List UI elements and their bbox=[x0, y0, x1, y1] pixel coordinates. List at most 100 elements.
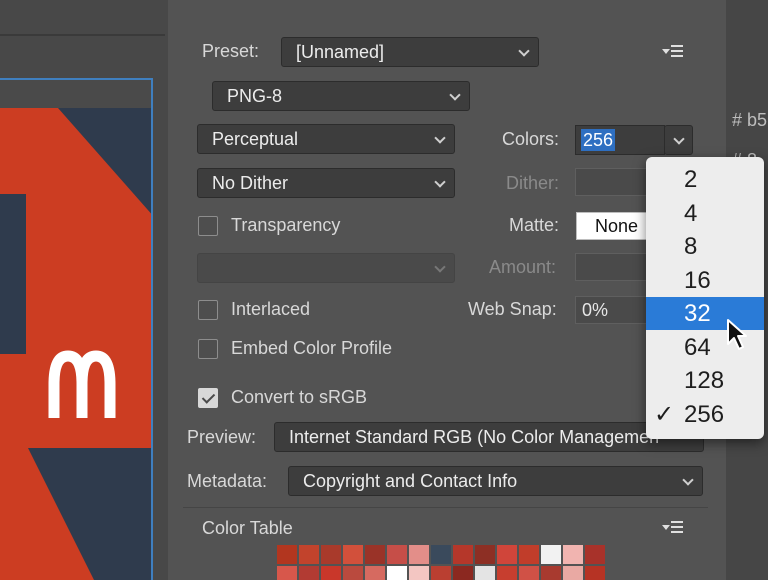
colors-value: 256 bbox=[581, 129, 616, 151]
preset-value: [Unnamed] bbox=[296, 42, 385, 62]
preview-tab-strip bbox=[0, 34, 165, 36]
transparency-checkbox[interactable] bbox=[198, 216, 218, 236]
preview-header bbox=[0, 80, 151, 108]
color-swatch[interactable] bbox=[343, 566, 363, 580]
colors-option-label: 4 bbox=[684, 199, 698, 227]
colors-option-16[interactable]: 16 bbox=[646, 264, 764, 297]
color-swatch[interactable] bbox=[431, 545, 451, 564]
color-reduction-dropdown[interactable]: Perceptual bbox=[197, 124, 455, 154]
color-swatch[interactable] bbox=[585, 566, 605, 580]
colors-option-label: 16 bbox=[684, 266, 711, 294]
color-swatch[interactable] bbox=[453, 545, 473, 564]
dither-dropdown[interactable]: No Dither bbox=[197, 168, 455, 198]
chevron-down-icon bbox=[434, 132, 446, 144]
color-swatch[interactable] bbox=[475, 545, 495, 564]
mouse-cursor-icon bbox=[727, 319, 747, 350]
colors-option-8[interactable]: 8 bbox=[646, 230, 764, 263]
color-table-label: Color Table bbox=[202, 518, 293, 538]
preview-profile-value: Internet Standard RGB (No Color Manageme… bbox=[289, 427, 660, 447]
colors-dropdown-button[interactable] bbox=[664, 125, 693, 155]
chevron-down-icon bbox=[673, 133, 685, 145]
preset-dropdown[interactable]: [Unnamed] bbox=[281, 37, 539, 67]
divider bbox=[183, 507, 708, 508]
colors-option-label: 64 bbox=[684, 333, 711, 361]
colors-option-2[interactable]: 2 bbox=[646, 163, 764, 196]
chevron-down-icon bbox=[449, 89, 461, 101]
color-swatch[interactable] bbox=[387, 566, 407, 580]
color-swatch[interactable] bbox=[409, 566, 429, 580]
color-swatch[interactable] bbox=[541, 566, 561, 580]
color-reduction-value: Perceptual bbox=[212, 129, 299, 149]
chevron-down-icon bbox=[682, 474, 694, 486]
amount-field bbox=[575, 253, 655, 281]
file-format-value: PNG-8 bbox=[227, 86, 283, 106]
color-swatch[interactable] bbox=[299, 566, 319, 580]
image-preview[interactable] bbox=[0, 78, 153, 580]
color-swatch[interactable] bbox=[497, 545, 517, 564]
color-swatch[interactable] bbox=[563, 545, 583, 564]
dither-amount-field bbox=[575, 168, 655, 196]
color-swatch[interactable] bbox=[321, 566, 341, 580]
color-swatch[interactable] bbox=[277, 566, 297, 580]
file-format-dropdown[interactable]: PNG-8 bbox=[212, 81, 470, 111]
interlaced-label: Interlaced bbox=[231, 299, 311, 319]
preview-profile-dropdown[interactable]: Internet Standard RGB (No Color Manageme… bbox=[274, 422, 704, 452]
matte-dropdown[interactable]: None bbox=[576, 212, 656, 240]
color-swatch[interactable] bbox=[409, 545, 429, 564]
dither-value: No Dither bbox=[212, 173, 289, 193]
color-swatch[interactable] bbox=[585, 545, 605, 564]
hex-hint-1: # b5 bbox=[732, 110, 768, 130]
colors-dropdown-menu[interactable]: 2 4 8 16 32 64 128 ✓ 256 bbox=[646, 157, 764, 439]
colors-option-label: 8 bbox=[684, 233, 698, 260]
color-swatch[interactable] bbox=[497, 566, 517, 580]
chevron-down-icon bbox=[434, 261, 446, 273]
matte-value: None bbox=[595, 216, 639, 236]
color-swatch[interactable] bbox=[519, 545, 539, 564]
metadata-label: Metadata: bbox=[187, 471, 268, 491]
preview-artwork bbox=[0, 108, 151, 580]
embed-color-profile-label: Embed Color Profile bbox=[231, 338, 393, 358]
color-swatch[interactable] bbox=[453, 566, 473, 580]
web-snap-field[interactable]: 0% bbox=[575, 296, 655, 324]
metadata-dropdown[interactable]: Copyright and Contact Info bbox=[288, 466, 703, 496]
color-swatch[interactable] bbox=[321, 545, 341, 564]
colors-option-256[interactable]: ✓ 256 bbox=[646, 398, 764, 431]
preset-label: Preset: bbox=[202, 41, 260, 61]
color-table-menu-icon[interactable] bbox=[662, 521, 684, 535]
colors-option-label: 2 bbox=[684, 166, 698, 193]
color-swatch[interactable] bbox=[365, 545, 385, 564]
color-swatch[interactable] bbox=[563, 566, 583, 580]
convert-srgb-label: Convert to sRGB bbox=[231, 387, 368, 407]
transparency-label: Transparency bbox=[231, 215, 341, 235]
interlaced-checkbox[interactable] bbox=[198, 300, 218, 320]
colors-field[interactable]: 256 bbox=[575, 125, 665, 155]
checkmark-icon: ✓ bbox=[654, 400, 675, 428]
colors-option-128[interactable]: 128 bbox=[646, 364, 764, 397]
web-snap-value: 0% bbox=[582, 300, 609, 320]
amount-label: Amount: bbox=[489, 257, 557, 277]
matte-label: Matte: bbox=[509, 215, 560, 235]
dither-amount-label: Dither: bbox=[506, 173, 560, 193]
colors-option-label: 128 bbox=[684, 367, 725, 394]
color-swatch[interactable] bbox=[475, 566, 495, 580]
color-swatch[interactable] bbox=[519, 566, 539, 580]
web-snap-label: Web Snap: bbox=[468, 299, 557, 319]
embed-color-profile-checkbox[interactable] bbox=[198, 339, 218, 359]
colors-option-label: 256 bbox=[684, 400, 725, 428]
colors-option-4[interactable]: 4 bbox=[646, 197, 764, 230]
color-swatch[interactable] bbox=[431, 566, 451, 580]
color-swatch[interactable] bbox=[299, 545, 319, 564]
color-swatch[interactable] bbox=[277, 545, 297, 564]
panel-menu-icon[interactable] bbox=[662, 45, 684, 59]
color-swatch[interactable] bbox=[365, 566, 385, 580]
convert-srgb-checkbox[interactable] bbox=[198, 388, 218, 408]
metadata-value: Copyright and Contact Info bbox=[303, 471, 518, 491]
chevron-down-icon bbox=[434, 176, 446, 188]
color-swatch[interactable] bbox=[343, 545, 363, 564]
preview-label: Preview: bbox=[187, 427, 257, 447]
color-swatch[interactable] bbox=[541, 545, 561, 564]
colors-label: Colors: bbox=[502, 129, 560, 149]
color-table-grid[interactable] bbox=[277, 545, 617, 580]
chevron-down-icon bbox=[518, 45, 530, 57]
color-swatch[interactable] bbox=[387, 545, 407, 564]
